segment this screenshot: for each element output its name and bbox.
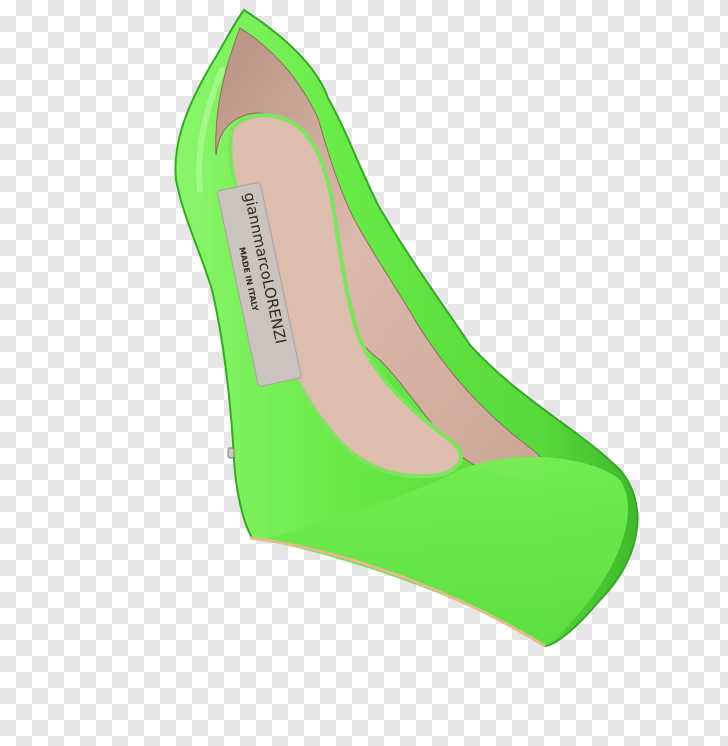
image-canvas: giannmarcoLORENZI MADE IN ITALY <box>0 0 728 746</box>
shoe-illustration: giannmarcoLORENZI MADE IN ITALY <box>174 8 639 648</box>
heel-hardware <box>227 447 235 459</box>
